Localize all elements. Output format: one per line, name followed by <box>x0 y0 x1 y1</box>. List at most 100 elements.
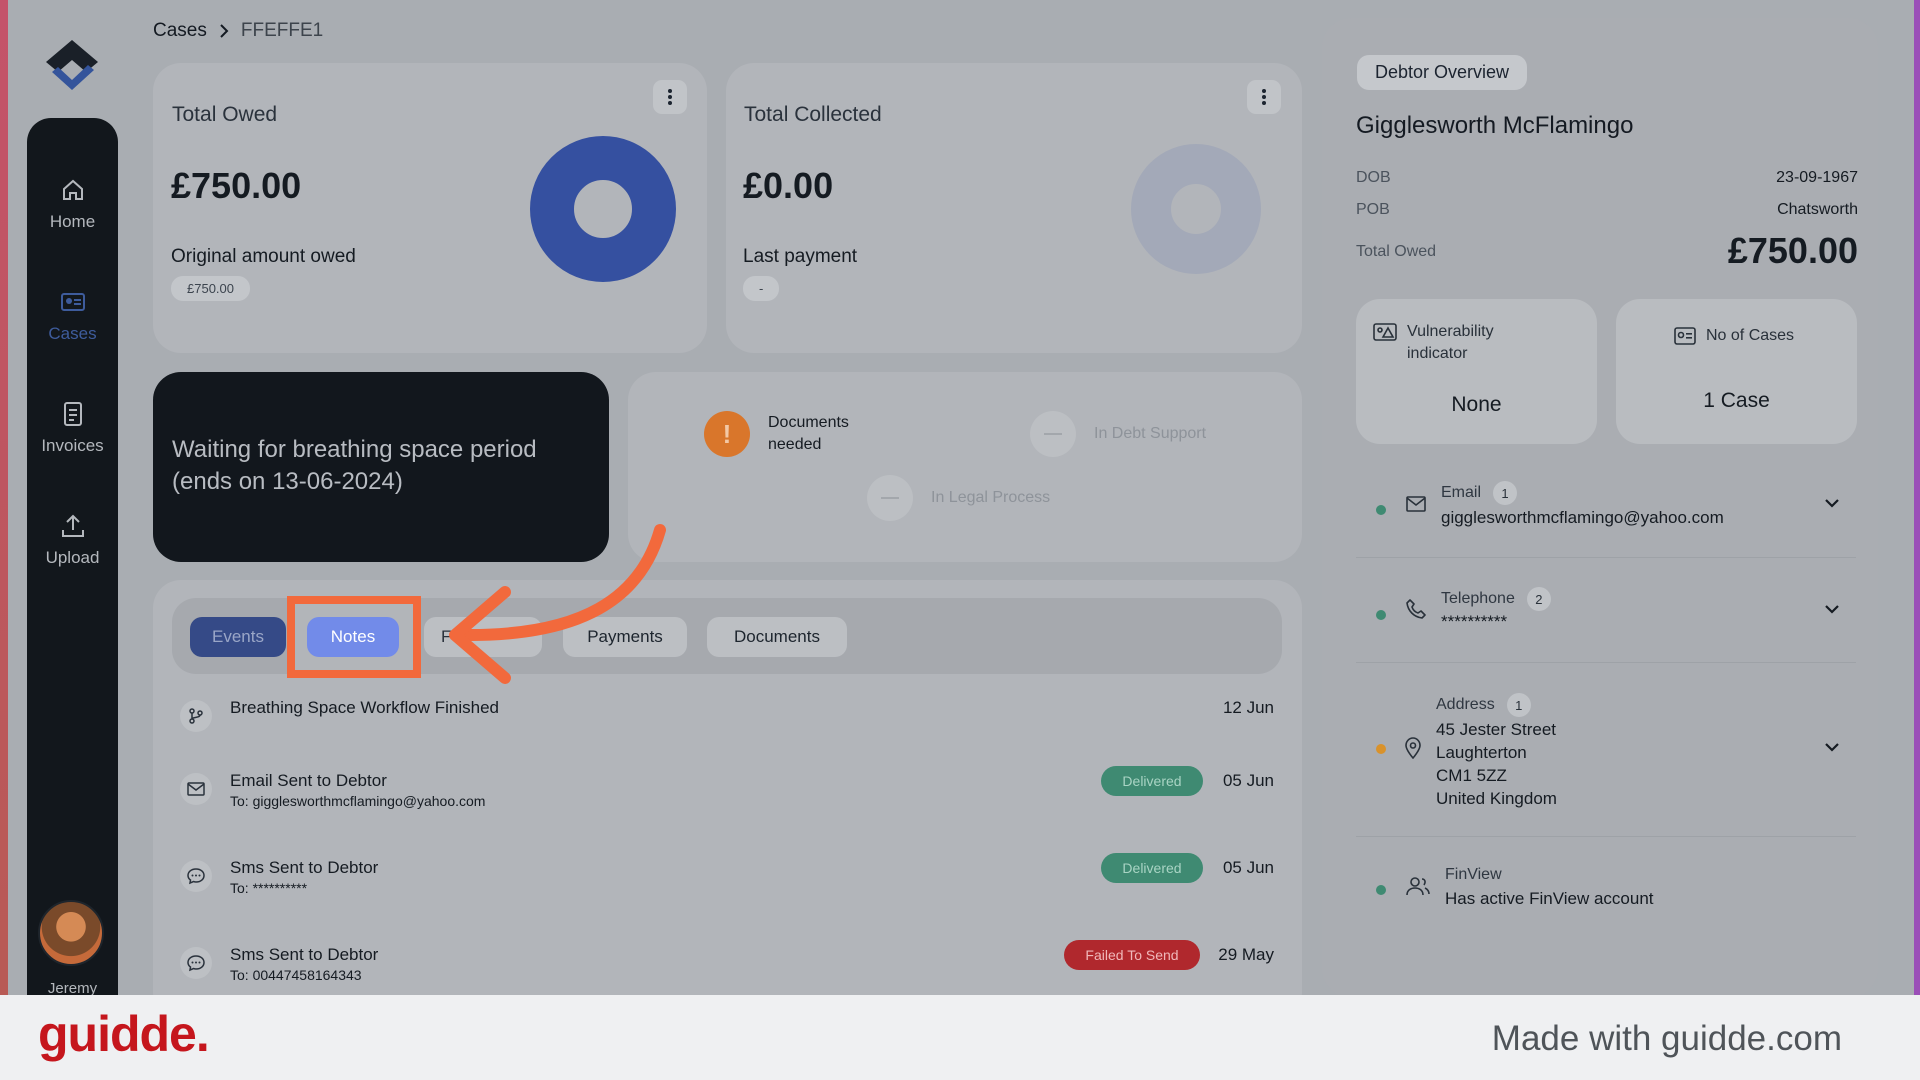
made-with-text: Made with guidde.com <box>1491 1019 1842 1058</box>
status-documents-needed: ! Documents needed <box>704 411 878 457</box>
telephone-count: 2 <box>1526 587 1551 611</box>
event-date: 12 Jun <box>1222 698 1274 717</box>
total-collected-amount: £0.00 <box>743 165 834 206</box>
address-line: 45 Jester Street <box>1436 720 1557 739</box>
debtor-total-owed: £750.00 <box>1727 230 1858 271</box>
tab-events[interactable]: Events <box>190 617 286 657</box>
status-dot <box>1376 885 1386 895</box>
total-owed-amount: £750.00 <box>171 165 302 206</box>
contact-finview[interactable]: FinView Has active FinView account <box>1356 866 1856 926</box>
debtor-overview-title: Debtor Overview <box>1357 55 1528 90</box>
status-message-text: Waiting for breathing space period (ends… <box>172 436 537 495</box>
last-payment-label: Last payment <box>743 246 858 267</box>
divider <box>1356 557 1856 558</box>
event-row[interactable]: Sms Sent to Debtor To: ********** Delive… <box>180 853 1275 918</box>
address-line: United Kingdom <box>1436 789 1557 808</box>
contact-address[interactable]: Address 1 45 Jester Street Laughterton C… <box>1356 692 1856 812</box>
event-title: Sms Sent to Debtor <box>230 858 379 877</box>
address-value: 45 Jester Street Laughterton CM1 5ZZ Uni… <box>1436 718 1557 810</box>
address-line: CM1 5ZZ <box>1436 766 1507 785</box>
event-date: 05 Jun <box>1222 771 1274 790</box>
user-avatar[interactable] <box>38 900 104 966</box>
invoice-icon <box>63 402 82 426</box>
total-collected-menu-button[interactable] <box>1247 80 1281 114</box>
original-amount-value: £750.00 <box>171 276 250 301</box>
event-recipient: To: gigglesworthmcflamingo@yahoo.com <box>230 793 486 809</box>
sidebar-item-home[interactable]: Home <box>27 176 118 232</box>
sidebar: Home Cases Invoices Upload Jeremy <box>27 118 118 995</box>
telephone-value: ********** <box>1441 612 1508 631</box>
phone-icon <box>1406 599 1426 619</box>
tab-documents[interactable]: Documents <box>707 617 847 657</box>
cases-count-label: No of Cases <box>1706 327 1795 344</box>
notes-tab-highlight <box>287 596 421 678</box>
total-collected-donut <box>1131 144 1261 274</box>
contact-telephone[interactable]: Telephone 2 ********** <box>1356 586 1856 646</box>
email-count: 1 <box>1493 481 1518 505</box>
kebab-menu-icon <box>1262 89 1266 105</box>
guidde-logo[interactable]: guidde. <box>38 1005 210 1063</box>
total-owed-label: Total Owed <box>1356 243 1437 260</box>
home-icon <box>62 179 83 200</box>
cases-icon <box>1674 327 1696 345</box>
event-date: 29 May <box>1218 945 1274 964</box>
workflow-icon <box>180 700 212 732</box>
location-pin-icon <box>1405 737 1421 759</box>
app-screen: Home Cases Invoices Upload Jeremy Cases … <box>0 0 1920 995</box>
status-dot <box>1376 610 1386 620</box>
sidebar-item-upload[interactable]: Upload <box>27 512 118 568</box>
debtor-name: Gigglesworth McFlamingo <box>1356 112 1634 139</box>
dob-label: DOB <box>1356 169 1391 186</box>
chevron-down-icon[interactable] <box>1824 604 1840 614</box>
email-value: gigglesworthmcflamingo@yahoo.com <box>1441 508 1724 527</box>
pob-value: Chatsworth <box>1777 201 1858 218</box>
sidebar-item-cases[interactable]: Cases <box>27 288 118 344</box>
address-count: 1 <box>1506 693 1531 717</box>
breadcrumb-cases-link[interactable]: Cases <box>153 20 207 42</box>
edge-accent-right <box>1914 0 1920 995</box>
vulnerability-box[interactable]: Vulnerability indicator None <box>1356 299 1597 444</box>
mail-icon <box>1406 496 1426 512</box>
email-label: Email <box>1441 484 1482 501</box>
original-amount-label: Original amount owed <box>171 246 356 267</box>
status-flags-card <box>628 372 1302 562</box>
cases-count-box[interactable]: No of Cases 1 Case <box>1616 299 1857 444</box>
address-line: Laughterton <box>1436 743 1527 762</box>
annotation-arrow-icon <box>449 524 666 684</box>
status-in-debt-support: In Debt Support <box>1030 411 1206 457</box>
sms-icon <box>180 860 212 892</box>
total-collected-card: Total Collected £0.00 Last payment - <box>726 63 1302 353</box>
vulnerability-label: Vulnerability indicator <box>1407 323 1494 362</box>
chevron-right-icon <box>220 24 229 38</box>
sidebar-item-invoices[interactable]: Invoices <box>27 400 118 456</box>
minus-icon <box>867 475 913 521</box>
total-owed-donut <box>530 136 676 282</box>
event-date: 05 Jun <box>1222 858 1274 877</box>
cases-count-value: 1 Case <box>1703 389 1770 412</box>
chevron-down-icon[interactable] <box>1824 742 1840 752</box>
event-title: Breathing Space Workflow Finished <box>230 698 499 717</box>
dob-value: 23-09-1967 <box>1776 169 1858 186</box>
address-label: Address <box>1436 696 1495 713</box>
total-owed-title: Total Owed <box>172 103 278 126</box>
status-badge: Delivered <box>1101 766 1203 796</box>
event-row[interactable]: Email Sent to Debtor To: gigglesworthmcf… <box>180 766 1275 831</box>
contact-email[interactable]: Email 1 gigglesworthmcflamingo@yahoo.com <box>1356 480 1856 540</box>
total-owed-menu-button[interactable] <box>653 80 687 114</box>
sidebar-item-label: Upload <box>45 548 100 567</box>
chevron-down-icon[interactable] <box>1824 498 1840 508</box>
divider <box>1356 662 1856 663</box>
event-row[interactable]: Breathing Space Workflow Finished 12 Jun <box>180 698 1275 758</box>
event-row[interactable]: Sms Sent to Debtor To: 00447458164343 Fa… <box>180 940 1275 995</box>
status-dot <box>1376 505 1386 515</box>
app-logo-icon[interactable] <box>38 38 106 100</box>
telephone-label: Telephone <box>1441 590 1515 607</box>
status-in-legal-process: In Legal Process <box>867 475 1050 521</box>
event-recipient: To: ********** <box>230 880 308 896</box>
user-name: Jeremy <box>47 980 98 995</box>
cases-icon <box>60 293 85 311</box>
event-title: Email Sent to Debtor <box>230 771 387 790</box>
status-badge: Delivered <box>1101 853 1203 883</box>
sms-icon <box>180 947 212 979</box>
minus-icon <box>1030 411 1076 457</box>
